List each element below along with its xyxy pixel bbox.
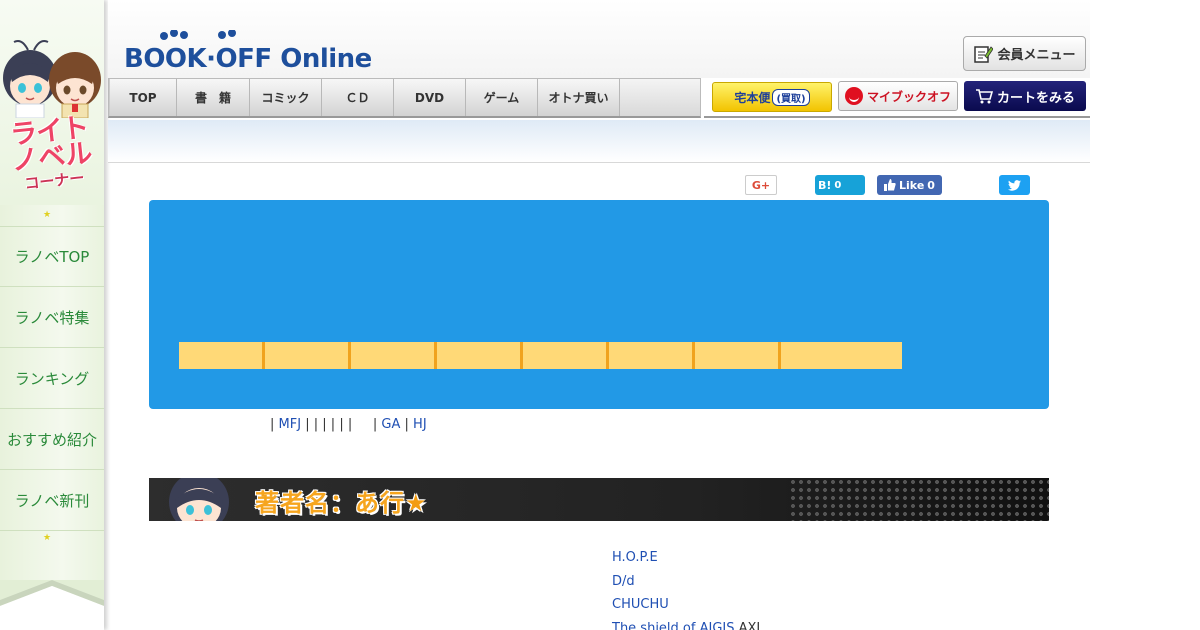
publisher-link-hj[interactable]: HJ: [409, 417, 427, 433]
sidebar-item-ranobe-top[interactable]: ラノベTOP: [0, 226, 104, 287]
category-tab-2[interactable]: [265, 342, 351, 369]
mascot-characters-image: [3, 40, 101, 118]
tab-books[interactable]: 書 籍: [177, 79, 250, 116]
my-bookoff-label: マイブックオフ: [866, 89, 951, 104]
category-panel: [149, 200, 1049, 409]
tab-games[interactable]: ゲーム: [466, 79, 538, 116]
takuhaibin-buyback-button[interactable]: 宅本便 (買取): [712, 82, 832, 112]
takuhaibin-label: 宅本便: [734, 90, 771, 105]
star-icon: ★: [43, 210, 52, 220]
cart-icon: [975, 89, 993, 104]
notepad-pencil-icon: [974, 45, 994, 63]
sidebar-item-recommendations[interactable]: おすすめ紹介: [0, 409, 104, 470]
category-tab-5[interactable]: [523, 342, 609, 369]
header-actions: 宅本便 (買取) マイブックオフ カートをみる: [704, 78, 1090, 118]
nav-filler: [620, 79, 700, 116]
category-tab-4[interactable]: [437, 342, 523, 369]
main-nav: TOP 書 籍 コミック ＣＤ DVD ゲーム オトナ買い: [108, 78, 701, 118]
my-bookoff-button[interactable]: マイブックオフ: [838, 81, 958, 111]
view-cart-button[interactable]: カートをみる: [964, 81, 1086, 111]
sidebar-menu: ラノベTOP ラノベ特集 ランキング おすすめ紹介 ラノベ新刊: [0, 226, 104, 531]
category-tab-6[interactable]: [609, 342, 695, 369]
list-item[interactable]: CHUCHU: [612, 597, 760, 621]
hatena-bookmark-button[interactable]: B! 0: [815, 175, 865, 195]
member-menu-button[interactable]: 会員メニュー: [963, 36, 1086, 71]
tab-bulk-buy[interactable]: オトナ買い: [538, 79, 620, 116]
member-menu-label: 会員メニュー: [997, 48, 1076, 63]
tab-cd[interactable]: ＣＤ: [322, 79, 394, 116]
title-link[interactable]: H.O.P.E: [612, 550, 658, 565]
publisher-link-row: | MFJ | | | | | | | GA | HJ: [270, 417, 427, 433]
hatena-icon: B!: [818, 178, 832, 192]
kaitori-label: (買取): [772, 88, 810, 106]
author-section-title: 著者名：あ行★: [255, 483, 428, 518]
list-item[interactable]: D/d: [612, 574, 760, 598]
header-top: BOOK·OFF Online 会員メニュー: [108, 0, 1090, 78]
header-subbar: [108, 120, 1090, 163]
author-section-title-text: 著者名：あ行: [255, 489, 405, 517]
light-novel-corner-title: ライト ノベル コーナー: [0, 112, 106, 203]
sidebar-item-ranobe-feature[interactable]: ラノベ特集: [0, 287, 104, 348]
logo-text: BOOK·OFF Online: [124, 44, 372, 74]
title-link[interactable]: CHUCHU: [612, 597, 669, 612]
category-tab-8[interactable]: [781, 342, 902, 369]
mascot-girl-image: [169, 478, 229, 521]
twitter-button[interactable]: [999, 175, 1030, 195]
banner-dot-pattern: [789, 478, 1049, 521]
site-header: BOOK·OFF Online 会員メニュー TOP 書 籍 コミック ＣＤ D…: [108, 0, 1090, 164]
category-tab-strip: [179, 342, 902, 369]
category-tab-3[interactable]: [351, 342, 437, 369]
smile-icon: [844, 87, 863, 105]
publisher-link-ga[interactable]: GA: [377, 417, 404, 433]
publisher-link[interactable]: [352, 417, 373, 433]
title-author-suffix: AXI: [734, 620, 761, 630]
tab-dvd[interactable]: DVD: [394, 79, 466, 116]
star-icon: ★: [43, 533, 52, 543]
tab-top[interactable]: TOP: [109, 79, 177, 116]
twitter-bird-icon: [1008, 179, 1021, 191]
sidebar-item-new-releases[interactable]: ラノベ新刊: [0, 470, 104, 531]
title-link[interactable]: The shield of AIGIS: [612, 621, 734, 630]
publisher-link-mfj[interactable]: MFJ: [274, 417, 305, 433]
bookoff-online-logo[interactable]: BOOK·OFF Online: [124, 30, 372, 74]
category-tab-1[interactable]: [179, 342, 265, 369]
sidebar-item-ranking[interactable]: ランキング: [0, 348, 104, 409]
author-section-banner: 著者名：あ行★: [149, 478, 1049, 521]
light-novel-corner-banner[interactable]: ライト ノベル コーナー: [0, 0, 104, 205]
logo-dots-icon: [160, 30, 236, 40]
light-novel-sidebar: ライト ノベル コーナー ★ ラノベTOP ラノベ特集 ランキング おすすめ紹介…: [0, 0, 104, 630]
sidebar-bottom-chevron: [0, 580, 104, 630]
facebook-like-count: 0: [927, 178, 935, 192]
view-cart-label: カートをみる: [996, 90, 1075, 106]
title-link[interactable]: D/d: [612, 574, 635, 589]
google-plus-button[interactable]: G+: [745, 175, 777, 195]
facebook-like-button[interactable]: Like 0: [877, 175, 942, 195]
list-item[interactable]: The shield of AIGIS AXI: [612, 621, 760, 630]
tab-comics[interactable]: コミック: [250, 79, 322, 116]
page: ライト ノベル コーナー ★ ラノベTOP ラノベ特集 ランキング おすすめ紹介…: [0, 0, 1200, 630]
star-icon: ★: [405, 489, 428, 517]
list-item[interactable]: H.O.P.E: [612, 550, 760, 574]
title-list: H.O.P.E D/d CHUCHU The shield of AIGIS A…: [612, 550, 760, 630]
hatena-count: 0: [834, 179, 842, 191]
facebook-like-label: Like: [899, 178, 925, 192]
category-tab-7[interactable]: [695, 342, 781, 369]
thumbs-up-icon: [884, 179, 896, 191]
